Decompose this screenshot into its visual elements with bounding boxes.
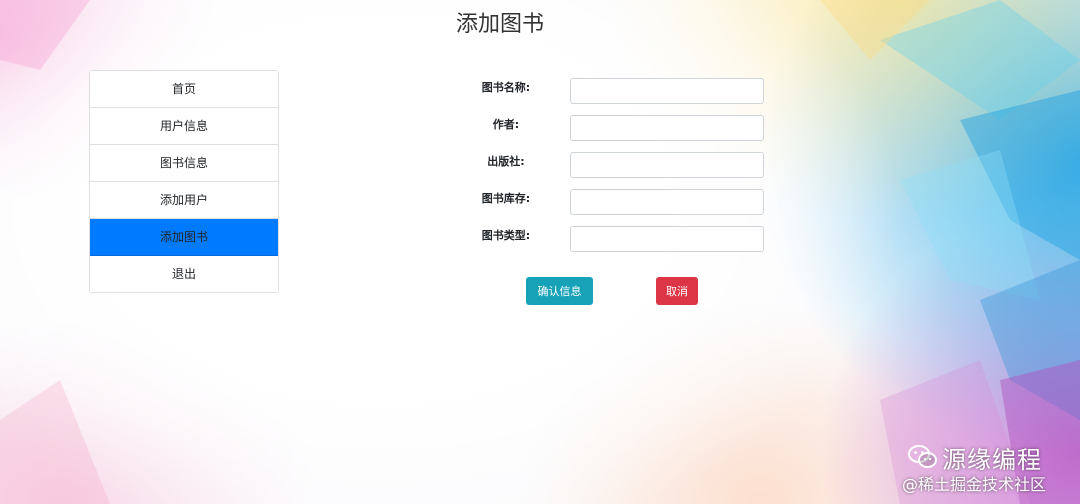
watermark: 源缘编程 @稀土掘金技术社区 [900, 438, 1075, 498]
page-title: 添加图书 [455, 12, 544, 37]
book-stock-label: 图书库存: [481, 192, 531, 205]
book-type-input[interactable] [570, 226, 764, 252]
book-name-label: 图书名称: [481, 81, 531, 94]
watermark-site: @稀土掘金技术社区 [902, 475, 1047, 494]
sidebar-item-book-info[interactable]: 图书信息 [90, 145, 278, 182]
book-type-label: 图书类型: [481, 229, 531, 242]
book-name-input[interactable] [570, 78, 764, 104]
wechat-icon [908, 445, 937, 468]
cancel-button[interactable]: 取消 [656, 277, 698, 305]
author-label: 作者: [492, 118, 520, 131]
form-row-book-name: 图书名称: [440, 78, 770, 106]
watermark-brand: 源缘编程 [942, 446, 1042, 474]
book-stock-input[interactable] [570, 189, 764, 215]
sidebar-item-home[interactable]: 首页 [90, 71, 278, 108]
form-row-book-type: 图书类型: [440, 226, 770, 254]
publisher-input[interactable] [570, 152, 764, 178]
sidebar-nav: 首页 用户信息 图书信息 添加用户 添加图书 退出 [89, 70, 279, 293]
sidebar-item-user-info[interactable]: 用户信息 [90, 108, 278, 145]
sidebar-item-logout[interactable]: 退出 [90, 256, 278, 292]
form-row-author: 作者: [440, 115, 770, 143]
sidebar-item-add-user[interactable]: 添加用户 [90, 182, 278, 219]
form-row-book-stock: 图书库存: [440, 189, 770, 217]
sidebar-item-add-book[interactable]: 添加图书 [90, 219, 278, 256]
form-row-publisher: 出版社: [440, 152, 770, 180]
publisher-label: 出版社: [487, 155, 525, 168]
author-input[interactable] [570, 115, 764, 141]
confirm-button[interactable]: 确认信息 [526, 277, 593, 305]
